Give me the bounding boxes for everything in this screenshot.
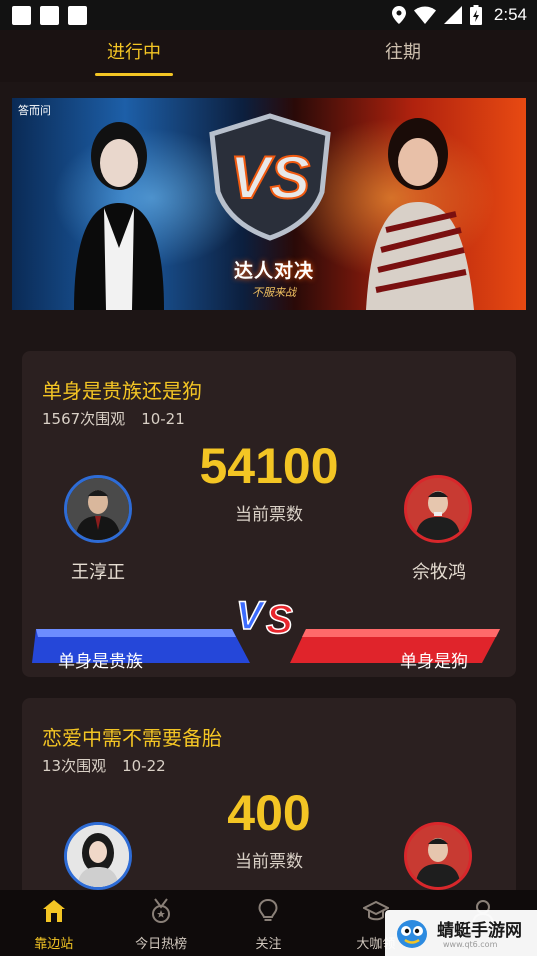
debate-title: 恋爱中需不需要备胎	[42, 726, 222, 750]
dragonfly-logo-icon	[397, 920, 427, 948]
battery-icon	[469, 5, 482, 25]
view-count: 13次围观	[42, 757, 107, 775]
vs-shield-icon: VS	[209, 113, 331, 241]
tab-past[interactable]: 往期	[323, 30, 483, 82]
watermark-text: 蜻蜓手游网	[437, 921, 522, 941]
svg-text:V: V	[236, 594, 266, 638]
lightbulb-icon	[258, 898, 278, 921]
wifi-icon	[413, 6, 436, 24]
clock: 2:54	[493, 5, 527, 24]
avatar-right[interactable]	[404, 822, 472, 890]
banner-title: 达人对决	[233, 260, 314, 282]
nav-label: 今日热榜	[135, 937, 188, 952]
tab-ongoing[interactable]: 进行中	[54, 30, 214, 82]
tab-indicator	[95, 73, 173, 76]
tab-bar: 进行中 往期	[0, 30, 537, 82]
nav-item-home[interactable]: 靠边站	[0, 890, 107, 956]
avatar-right[interactable]	[404, 475, 472, 543]
nav-item-hot-list[interactable]: 今日热榜	[107, 890, 214, 956]
person-icon	[67, 825, 129, 887]
medal-icon	[152, 898, 171, 923]
contestant-left-image	[74, 122, 164, 310]
debate-meta: 13次围观 10-22	[42, 755, 182, 776]
promo-banner[interactable]: VS 答而问 达人对决 不服来战	[12, 98, 526, 310]
avatar-left[interactable]	[64, 822, 132, 890]
side-left-label[interactable]: 单身是贵族	[58, 647, 143, 672]
debate-meta: 1567次围观 10-21	[42, 408, 201, 429]
notification-icon	[40, 6, 59, 25]
signal-icon	[443, 6, 462, 24]
watermark: 蜻蜓手游网 www.qt6.com	[385, 910, 537, 956]
vs-bar: V S 单身是贵族 单身是狗	[22, 591, 516, 677]
svg-text:VS: VS	[230, 144, 310, 211]
debate-title: 单身是贵族还是狗	[42, 379, 202, 403]
person-icon	[407, 825, 469, 887]
svg-text:S: S	[266, 598, 293, 642]
nav-label: 靠边站	[34, 937, 74, 952]
debate-card[interactable]: 单身是贵族还是狗 1567次围观 10-21 54100 当前票数 王淳正 佘牧…	[22, 351, 516, 677]
location-icon	[391, 6, 406, 24]
banner-subtitle: 不服来战	[252, 286, 296, 299]
contestant-right-image	[366, 118, 474, 310]
home-icon	[42, 900, 65, 922]
notification-icon	[68, 6, 87, 25]
status-bar: 2:54	[0, 0, 537, 30]
side-right-label[interactable]: 单身是狗	[400, 647, 468, 672]
debate-date: 10-21	[141, 410, 185, 428]
notification-icon	[12, 6, 31, 25]
nav-item-follow[interactable]: 关注	[215, 890, 322, 956]
banner-logo: 答而问	[18, 104, 51, 117]
person-icon	[407, 478, 469, 540]
tab-label: 进行中	[107, 42, 161, 63]
status-icons: 2:54	[391, 4, 527, 26]
contestant-left-name: 王淳正	[71, 562, 125, 583]
tab-label: 往期	[385, 42, 421, 63]
avatar-left[interactable]	[64, 475, 132, 543]
app-screen: 2:54 进行中 往期 VS 答而问 达人对决 不服来战 单身是贵族还是狗 15…	[0, 0, 537, 956]
nav-label: 关注	[255, 937, 282, 952]
debate-date: 10-22	[122, 757, 166, 775]
view-count: 1567次围观	[42, 410, 126, 428]
person-icon	[67, 478, 129, 540]
contestant-right-name: 佘牧鸿	[412, 562, 466, 583]
watermark-url: www.qt6.com	[443, 940, 498, 949]
